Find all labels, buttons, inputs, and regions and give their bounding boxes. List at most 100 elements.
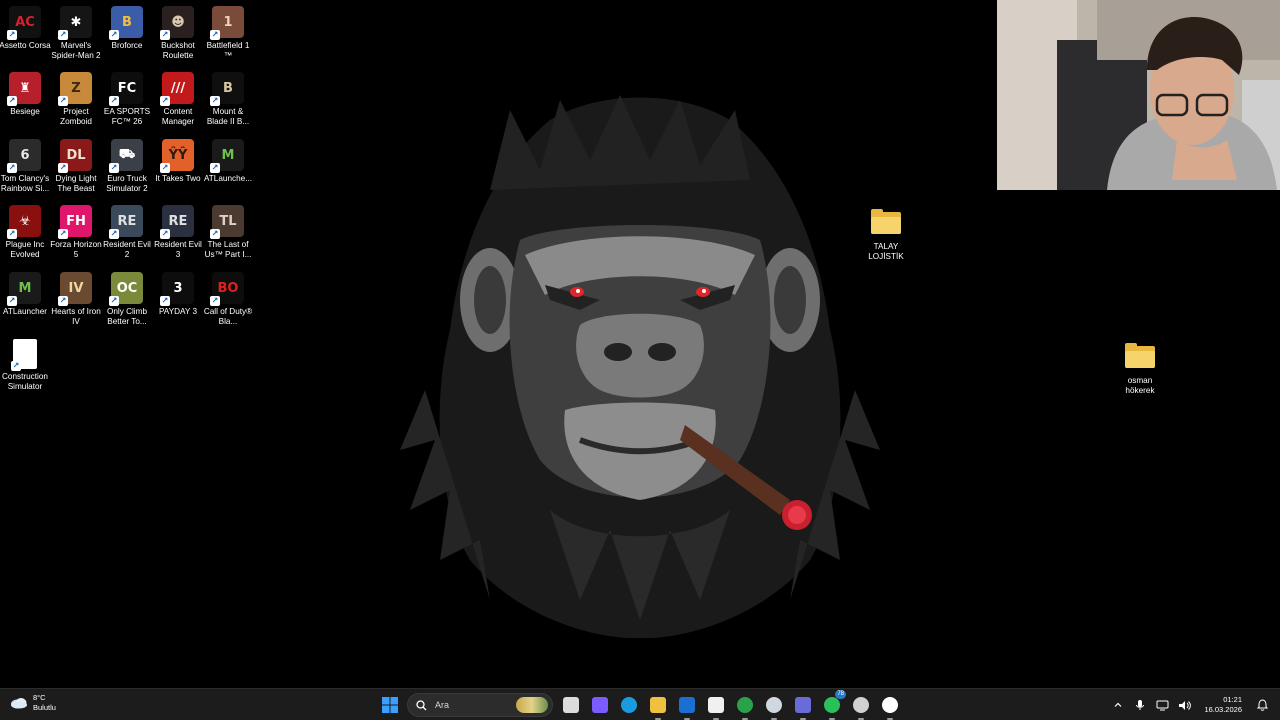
it-takes-two-icon: ŶŶ ↗ bbox=[160, 139, 194, 173]
project-zomboid-icon: Z ↗ bbox=[58, 72, 92, 106]
shortcut-arrow-icon: ↗ bbox=[7, 296, 17, 306]
desktop-shortcut[interactable]: ✱ ↗ Marvel's Spider-Man 2 bbox=[51, 6, 101, 68]
search-placeholder: Ara bbox=[435, 700, 450, 710]
mail-icon bbox=[679, 697, 695, 713]
taskbar-app-copilot[interactable] bbox=[588, 693, 612, 717]
desktop-shortcut[interactable]: B ↗ Broforce bbox=[102, 6, 152, 68]
desktop-shortcut[interactable]: B ↗ Mount & Blade II B... bbox=[203, 72, 253, 134]
cloud-icon bbox=[11, 698, 27, 709]
call-of-duty-icon: BO ↗ bbox=[210, 272, 244, 306]
desktop-shortcut[interactable]: ŶŶ ↗ It Takes Two bbox=[153, 139, 203, 201]
chrome-icon bbox=[737, 697, 753, 713]
desktop-shortcut[interactable]: OC ↗ Only Climb Better To... bbox=[102, 272, 152, 334]
desktop-shortcut[interactable]: RE ↗ Resident Evil 2 bbox=[102, 205, 152, 267]
bannerlord-icon: B ↗ bbox=[210, 72, 244, 106]
folder-icon bbox=[871, 209, 901, 234]
shortcut-arrow-icon: ↗ bbox=[160, 229, 170, 239]
taskbar-app-file-explorer[interactable] bbox=[646, 693, 670, 720]
desktop-shortcut[interactable]: M ↗ ATLaunche... bbox=[203, 139, 253, 201]
taskbar-app-task-view[interactable] bbox=[559, 693, 583, 717]
rainbow-six-icon: 6 ↗ bbox=[7, 139, 41, 173]
shortcut-label: Battlefield 1 ™ bbox=[206, 41, 250, 60]
only-climb-icon: OC ↗ bbox=[109, 272, 143, 306]
taskbar-app-chrome[interactable] bbox=[733, 693, 757, 720]
desktop-shortcut[interactable]: IV ↗ Hearts of Iron IV bbox=[51, 272, 101, 334]
taskbar-app-outlook[interactable] bbox=[675, 693, 699, 720]
desktop-shortcut[interactable]: Z ↗ Project Zomboid bbox=[51, 72, 101, 134]
desktop-shortcut[interactable]: DL ↗ Dying Light The Beast bbox=[51, 139, 101, 201]
shortcut-arrow-icon: ↗ bbox=[210, 96, 220, 106]
shortcut-arrow-icon: ↗ bbox=[58, 229, 68, 239]
desktop-shortcut[interactable]: RE ↗ Resident Evil 3 bbox=[153, 205, 203, 267]
resident-evil-3-icon: RE ↗ bbox=[160, 205, 194, 239]
taskbar-search[interactable]: Ara bbox=[407, 693, 553, 717]
network-icon[interactable] bbox=[1152, 695, 1172, 715]
shortcut-label: Call of Duty® Bla... bbox=[203, 307, 253, 326]
shortcut-arrow-icon: ↗ bbox=[7, 163, 17, 173]
shortcut-arrow-icon: ↗ bbox=[160, 296, 170, 306]
desktop-shortcut[interactable]: FH ↗ Forza Horizon 5 bbox=[50, 205, 102, 267]
dying-light-icon: DL ↗ bbox=[58, 139, 92, 173]
taskbar-clock[interactable]: 01:21 16.03.2026 bbox=[1204, 695, 1242, 715]
shortcut-label: Resident Evil 3 bbox=[154, 240, 202, 259]
webcam-overlay bbox=[997, 0, 1280, 190]
taskbar-app-edge[interactable] bbox=[617, 693, 641, 717]
weather-widget[interactable]: 8°C Bulutlu bbox=[10, 693, 56, 713]
search-icon bbox=[416, 699, 427, 710]
desktop-shortcut[interactable]: FC ↗ EA SPORTS FC™ 26 bbox=[102, 72, 152, 134]
shortcut-label: ATLauncher bbox=[3, 307, 47, 316]
folder-osman-hokerek[interactable]: osman hökerek bbox=[1115, 340, 1165, 402]
microphone-icon[interactable] bbox=[1130, 695, 1150, 715]
shortcut-arrow-icon: ↗ bbox=[210, 30, 220, 40]
taskbar-app-steam-2[interactable] bbox=[878, 693, 902, 720]
desktop-shortcut[interactable]: 3 ↗ PAYDAY 3 bbox=[153, 272, 203, 334]
shortcut-label: It Takes Two bbox=[155, 174, 201, 183]
shortcut-arrow-icon: ↗ bbox=[109, 229, 119, 239]
chevron-up-icon[interactable] bbox=[1108, 695, 1128, 715]
desktop-shortcut[interactable]: 1 ↗ Battlefield 1 ™ bbox=[203, 6, 253, 68]
taskbar: 8°C Bulutlu Ara 78 01:21 16.03.2026 bbox=[0, 688, 1280, 720]
shortcut-arrow-icon: ↗ bbox=[7, 30, 17, 40]
hearts-of-iron-icon: IV ↗ bbox=[58, 272, 92, 306]
taskbar-app-obs[interactable] bbox=[849, 693, 873, 720]
folder-talay-lojistik[interactable]: TALAY LOJİSTİK bbox=[861, 206, 911, 268]
shortcut-label: Construction Simulator bbox=[2, 372, 48, 391]
desktop-shortcut[interactable]: M ↗ ATLauncher bbox=[0, 272, 50, 334]
shortcut-label: The Last of Us™ Part I... bbox=[204, 240, 252, 259]
shortcut-label: Forza Horizon 5 bbox=[50, 240, 102, 259]
taskbar-app-whatsapp[interactable]: 78 bbox=[820, 690, 846, 720]
desktop-shortcut[interactable]: ♜ ↗ Besiege bbox=[0, 72, 50, 134]
desktop-shortcut[interactable]: AC ↗ Assetto Corsa bbox=[0, 6, 51, 68]
shortcut-arrow-icon: ↗ bbox=[58, 296, 68, 306]
desktop-shortcut[interactable]: ↗ Construction Simulator bbox=[0, 339, 50, 401]
taskbar-app-store[interactable] bbox=[704, 693, 728, 720]
shortcut-arrow-icon: ↗ bbox=[58, 30, 68, 40]
shortcut-label: Content Manager bbox=[161, 107, 195, 126]
shortcut-label: Tom Clancy's Rainbow Si... bbox=[0, 174, 50, 193]
desktop-shortcut[interactable]: TL ↗ The Last of Us™ Part I... bbox=[203, 205, 253, 267]
taskbar-center: Ara 78 bbox=[378, 690, 907, 720]
system-tray: 01:21 16.03.2026 bbox=[1106, 689, 1280, 720]
desktop-shortcut[interactable]: ///↗ Content Manager bbox=[153, 72, 203, 134]
atlauncher-icon: M ↗ bbox=[7, 272, 41, 306]
shortcut-arrow-icon: ↗ bbox=[109, 30, 119, 40]
shortcut-label: Euro Truck Simulator 2 bbox=[106, 174, 148, 193]
resident-evil-2-icon: RE ↗ bbox=[109, 205, 143, 239]
forza-horizon-icon: FH ↗ bbox=[58, 205, 92, 239]
volume-icon[interactable] bbox=[1174, 695, 1194, 715]
desktop-shortcut[interactable]: 6 ↗ Tom Clancy's Rainbow Si... bbox=[0, 139, 50, 201]
taskbar-app-steam[interactable] bbox=[762, 693, 786, 720]
desktop-shortcut[interactable]: ☣ ↗ Plague Inc Evolved bbox=[0, 205, 50, 267]
desktop-shortcut[interactable]: ☻ ↗ Buckshot Roulette bbox=[153, 6, 203, 68]
bell-icon[interactable] bbox=[1252, 695, 1272, 715]
shortcut-arrow-icon: ↗ bbox=[7, 229, 17, 239]
desktop-shortcut[interactable]: ⛟ ↗ Euro Truck Simulator 2 bbox=[102, 139, 152, 201]
windows-icon bbox=[382, 697, 398, 713]
shortcut-label: ATLaunche... bbox=[203, 174, 253, 183]
last-of-us-icon: TL ↗ bbox=[210, 205, 244, 239]
start-button[interactable] bbox=[378, 693, 402, 717]
shortcut-arrow-icon: ↗ bbox=[109, 96, 119, 106]
desktop-shortcut[interactable]: BO ↗ Call of Duty® Bla... bbox=[203, 272, 253, 334]
taskbar-app-teams[interactable] bbox=[791, 693, 815, 720]
shortcut-label: Only Climb Better To... bbox=[106, 307, 148, 326]
